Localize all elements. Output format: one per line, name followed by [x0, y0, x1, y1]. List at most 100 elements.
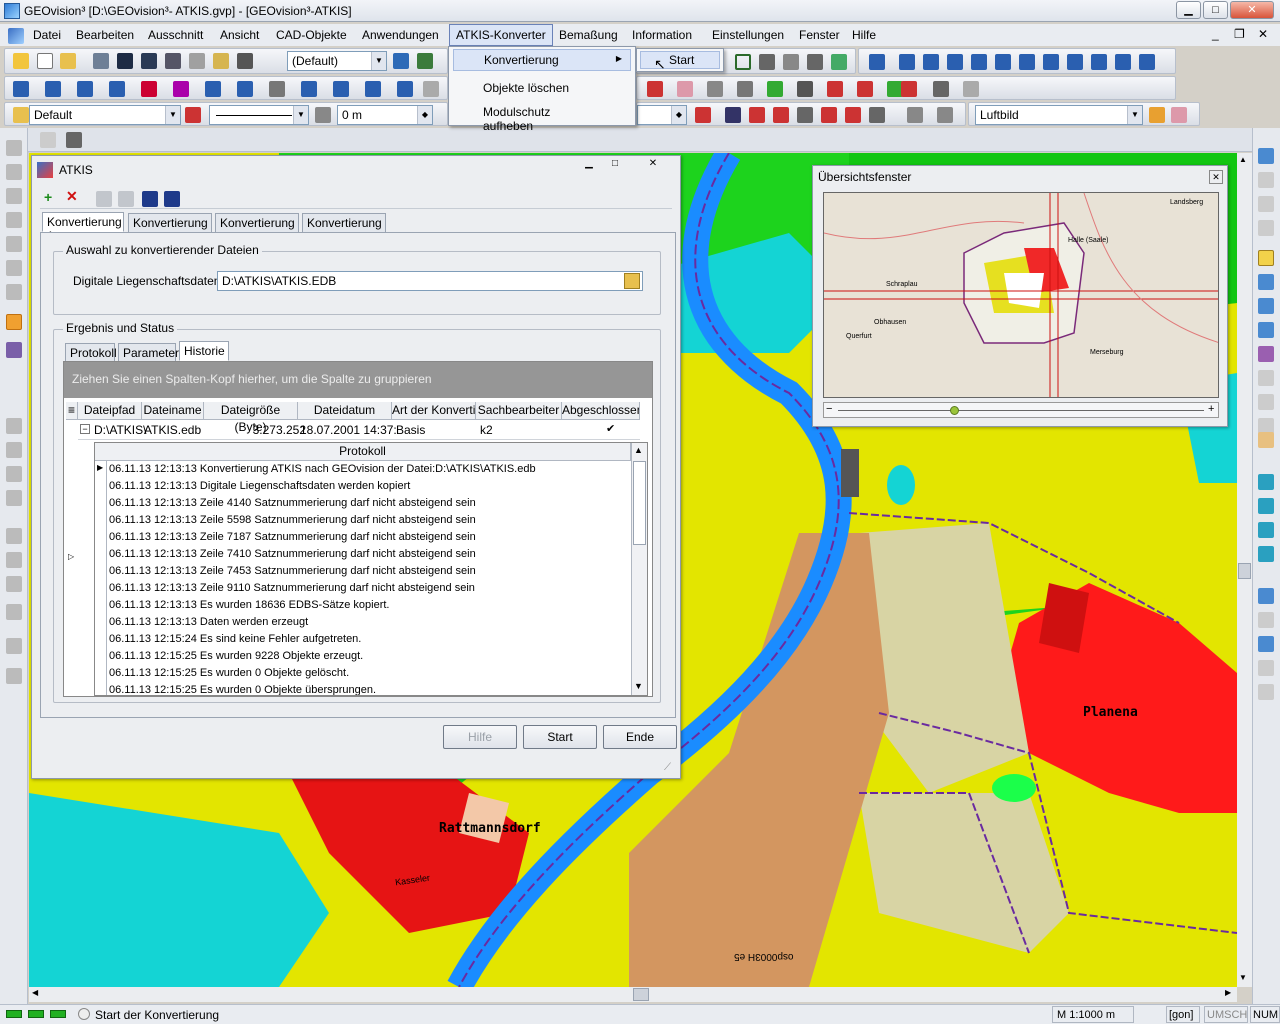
edit-delete-node-icon[interactable]	[827, 81, 843, 97]
raster-info-icon[interactable]	[869, 107, 885, 123]
table-row[interactable]: − D:\ATKIS\ ATKIS.edb 3.273.252 18.07.20…	[78, 422, 640, 440]
chevron-down-icon[interactable]: ▼	[165, 106, 180, 124]
draw-rect-icon[interactable]	[173, 81, 189, 97]
background-image-icon[interactable]	[1149, 107, 1165, 123]
grid-icon[interactable]	[759, 54, 775, 70]
zoom-in-icon[interactable]	[1258, 274, 1274, 290]
draw-offset-icon[interactable]	[333, 81, 349, 97]
snap-center-icon[interactable]	[1258, 522, 1274, 538]
col-dateiname[interactable]: Dateiname	[142, 402, 204, 420]
protocol-grid[interactable]: Protokoll ▶ 06.11.13 12:13:13 Konvertier…	[94, 442, 648, 696]
mdi-restore-button[interactable]: ❐	[1234, 27, 1245, 41]
info-line-icon[interactable]	[923, 54, 939, 70]
draw-spline-icon[interactable]	[269, 81, 285, 97]
draw-marker-icon[interactable]	[141, 81, 157, 97]
scroll-up-icon[interactable]: ▲	[634, 445, 643, 455]
draw-table-icon[interactable]	[423, 81, 439, 97]
edit-split-icon[interactable]	[797, 81, 813, 97]
zoom-extent-icon[interactable]	[1258, 172, 1274, 188]
protocol-scrollbar[interactable]: ▲ ▼	[631, 443, 647, 695]
offset-field[interactable]: 0 m ◆	[337, 105, 433, 125]
move-up-disabled-icon[interactable]	[96, 191, 112, 207]
menu-bemassung[interactable]: Bemaßung	[559, 28, 618, 42]
tool-scale-icon[interactable]	[6, 490, 22, 506]
mdi-close-button[interactable]: ✕	[1258, 27, 1268, 41]
history-grid[interactable]: Ziehen Sie einen Spalten-Kopf hierher, u…	[63, 361, 653, 697]
atkis-maximize-button[interactable]: □	[604, 158, 626, 174]
plot-icon[interactable]	[213, 53, 229, 69]
start-button[interactable]: Start	[523, 725, 597, 749]
edit-rotate-icon[interactable]	[707, 81, 723, 97]
draw-node-icon[interactable]	[397, 81, 413, 97]
edit-lock-icon[interactable]	[963, 81, 979, 97]
atkis-minimize-button[interactable]: ▁	[578, 158, 600, 174]
raster-select-icon[interactable]	[695, 107, 711, 123]
tool-array-icon[interactable]	[6, 668, 22, 684]
info-object-icon[interactable]	[1067, 54, 1083, 70]
background-settings-icon[interactable]	[1171, 107, 1187, 123]
zoom-magnifier-minus-icon[interactable]	[1258, 394, 1274, 410]
tool-measure-icon[interactable]	[6, 604, 22, 620]
col-dateigroesse[interactable]: Dateigröße (Byte)	[204, 402, 298, 434]
zoom-object-icon[interactable]	[1258, 346, 1274, 362]
protocol-line[interactable]: 06.11.13 12:15:25 Es wurden 9228 Objekte…	[109, 648, 363, 665]
protocol-line[interactable]: 06.11.13 12:13:13 Daten werden erzeugt	[109, 614, 308, 631]
edit-shape-icon[interactable]	[677, 81, 693, 97]
file-input[interactable]: D:\ATKIS\ATKIS.EDB	[217, 271, 643, 291]
snap-midpoint-icon[interactable]	[1258, 498, 1274, 514]
frame-icon[interactable]	[735, 54, 751, 70]
delete-icon[interactable]: ✕	[66, 188, 78, 205]
draw-point-icon[interactable]	[13, 81, 29, 97]
col-sachbearbeiter[interactable]: Sachbearbeiter	[476, 402, 562, 420]
snap-node-icon[interactable]	[1258, 684, 1274, 700]
open-folder-icon[interactable]	[624, 273, 640, 289]
info-report-icon[interactable]	[1139, 54, 1155, 70]
menu-hilfe[interactable]: Hilfe	[852, 28, 876, 42]
edit-undo-icon[interactable]	[857, 81, 873, 97]
zoom-plus-icon[interactable]: +	[1208, 403, 1214, 415]
protocol-line[interactable]: 06.11.13 12:13:13 Zeile 5598 Satznummeri…	[109, 512, 476, 529]
protocol-line[interactable]: 06.11.13 12:13:13 Konvertierung ATKIS na…	[109, 461, 536, 478]
map-horizontal-scrollbar[interactable]: ◀ ▶	[29, 987, 1237, 1002]
print-preview-icon[interactable]	[189, 53, 205, 69]
snap-endpoint-icon[interactable]	[1258, 474, 1274, 490]
scroll-down-icon[interactable]: ▼	[634, 681, 643, 691]
select-area-icon[interactable]	[6, 212, 22, 228]
close-button[interactable]: ✕	[1230, 1, 1274, 19]
atkis-window[interactable]: ATKIS ▁ □ ✕ + ✕ Konvertierung 1 Konverti…	[31, 155, 681, 779]
scroll-up-icon[interactable]: ▲	[1239, 155, 1247, 164]
protocol-scroll-thumb[interactable]	[633, 461, 646, 545]
maximize-button[interactable]: □	[1203, 1, 1228, 19]
tab-protokoll[interactable]: Protokoll	[65, 343, 117, 363]
protocol-line[interactable]: 06.11.13 12:13:13 Es wurden 18636 EDBS-S…	[109, 597, 389, 614]
map-vertical-scrollbar[interactable]: ▲ ▼	[1237, 153, 1252, 987]
draw-line-icon[interactable]	[45, 81, 61, 97]
measure-icon[interactable]	[831, 54, 847, 70]
menu-einstellungen[interactable]: Einstellungen	[712, 28, 784, 42]
chevron-down-icon[interactable]: ▼	[1127, 106, 1142, 124]
row-selector-header[interactable]: ≡	[66, 402, 78, 420]
mdi-minimize-button[interactable]: _	[1212, 27, 1219, 41]
edit-join-icon[interactable]	[767, 81, 783, 97]
menu-item-objekte-loeschen[interactable]: Objekte löschen	[453, 78, 631, 100]
raster-clear-icon[interactable]	[845, 107, 861, 123]
select-text-icon[interactable]	[6, 284, 22, 300]
draw-circle-icon[interactable]	[205, 81, 221, 97]
style-combo[interactable]: (Default) ▼	[287, 51, 387, 71]
edit-select-icon[interactable]	[933, 81, 949, 97]
raster-bucket-icon[interactable]	[749, 107, 765, 123]
raster-erase-icon[interactable]	[821, 107, 837, 123]
raster-table-icon[interactable]	[907, 107, 923, 123]
tool-move-icon[interactable]	[6, 418, 22, 434]
overview-map[interactable]: Halle (Saale) Merseburg Schraplau Querfu…	[823, 192, 1219, 398]
scale-indicator[interactable]: M 1:1000 m	[1052, 1006, 1134, 1023]
col-abgeschlossen[interactable]: Abgeschlossen	[562, 402, 640, 420]
menu-item-konvertierung[interactable]: Konvertierung ▶	[453, 49, 631, 71]
raster-fill-icon[interactable]	[773, 107, 789, 123]
copy-icon[interactable]	[165, 53, 181, 69]
zoom-region-icon[interactable]	[1258, 322, 1274, 338]
new-file-icon[interactable]	[37, 53, 53, 69]
layer-combo[interactable]: Default ▼	[29, 105, 181, 125]
minimize-button[interactable]: ▁	[1176, 1, 1201, 19]
snap-grid-icon[interactable]	[1258, 612, 1274, 628]
